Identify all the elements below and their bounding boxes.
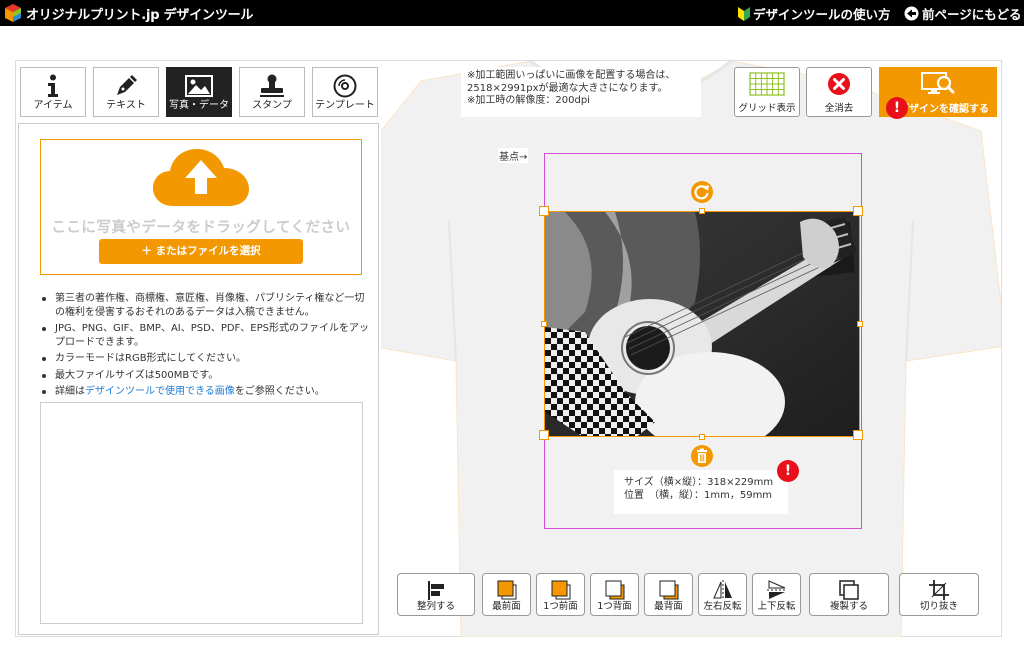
- align-label: 整列する: [416, 601, 455, 612]
- trash-icon: [697, 448, 707, 463]
- grid-toggle-label: グリッド表示: [738, 103, 796, 114]
- upload-notes: 第三者の著作権、商標権、意匠権、肖像権、パブリシティ権など一切の権利を侵害するお…: [39, 292, 369, 402]
- site-logo[interactable]: オリジナルプリント.jp デザインツール: [4, 3, 253, 23]
- send-backward-button[interactable]: 1つ背面: [590, 573, 639, 616]
- clear-all-button[interactable]: 全消去: [806, 67, 872, 117]
- clear-all-label: 全消去: [824, 103, 854, 114]
- note-item: 第三者の著作権、商標権、意匠権、肖像権、パブリシティ権など一切の権利を侵害するお…: [39, 292, 369, 319]
- resize-handle-left[interactable]: [541, 321, 547, 327]
- info-icon: [48, 74, 58, 97]
- back-arrow-icon: [904, 6, 919, 21]
- duplicate-button[interactable]: 複製する: [809, 573, 889, 616]
- crop-button[interactable]: 切り抜き: [899, 573, 979, 616]
- rotate-button[interactable]: [691, 181, 713, 203]
- confirm-alert-badge: !: [886, 97, 908, 119]
- send-backward-label: 1つ背面: [597, 601, 632, 612]
- bring-forward-label: 1つ前面: [543, 601, 578, 612]
- beginner-mark-icon: [738, 6, 750, 21]
- upload-dropzone[interactable]: ここに写真やデータをドラッグしてください ＋ またはファイルを選択: [40, 139, 362, 275]
- uploaded-images-list: [40, 402, 363, 624]
- note-line: ※加工時の解像度：200dpi: [467, 95, 590, 106]
- cloud-upload-icon: [153, 149, 249, 206]
- note-line: 2518×2991pxが最適な大きさになります。: [467, 82, 668, 94]
- resize-handle-bottom-left[interactable]: [539, 430, 549, 440]
- stamp-icon: [260, 74, 284, 97]
- select-file-button[interactable]: ＋ またはファイルを選択: [99, 239, 303, 264]
- resize-handle-right[interactable]: [857, 321, 863, 327]
- resize-handle-top[interactable]: [699, 208, 705, 214]
- rotate-icon: [694, 185, 709, 200]
- flip-vertical-label: 上下反転: [757, 601, 796, 612]
- tab-template[interactable]: テンプレート: [312, 67, 378, 117]
- tab-item[interactable]: アイテム: [20, 67, 86, 117]
- left-panel: アイテム テキスト 写真・データ スタンプ テンプレート ここに写真やデータをド…: [16, 61, 381, 637]
- resize-handle-top-left[interactable]: [539, 206, 549, 216]
- logo-cube-icon: [5, 4, 21, 22]
- size-position-readout: サイズ（横×縦）：318×229mm 位置 （横，縦）：1mm，59mm: [614, 470, 788, 514]
- note-item: JPG、PNG、GIF、BMP、AI、PSD、PDF、EPS形式のファイルをアッ…: [39, 322, 369, 349]
- note-prefix: 詳細は: [55, 386, 85, 397]
- guide-link[interactable]: デザインツールの使い方: [738, 4, 891, 23]
- tab-label: テキスト: [106, 100, 146, 111]
- flip-horizontal-label: 左右反転: [703, 601, 742, 612]
- bring-front-button[interactable]: 最前面: [482, 573, 531, 616]
- disc-icon: [333, 74, 357, 98]
- guitar-photo-image: [545, 212, 859, 436]
- resize-handle-top-right[interactable]: [853, 206, 863, 216]
- back-link[interactable]: 前ページにもどる: [904, 4, 1022, 23]
- note-item: 詳細はデザインツールで使用できる画像をご参照ください。: [39, 385, 369, 399]
- tab-photo-data[interactable]: 写真・データ: [166, 67, 232, 117]
- design-tool: アイテム テキスト 写真・データ スタンプ テンプレート ここに写真やデータをド…: [15, 60, 1002, 637]
- back-link-label: 前ページにもどる: [922, 7, 1022, 22]
- grid-icon: [749, 72, 785, 96]
- print-area-note: ※加工範囲いっぱいに画像を配置する場合は、 2518×2991pxが最適な大きさ…: [461, 67, 701, 117]
- grid-toggle-button[interactable]: グリッド表示: [734, 67, 800, 117]
- flip-horizontal-button[interactable]: 左右反転: [698, 573, 747, 616]
- tab-label: スタンプ: [252, 100, 292, 111]
- tab-label: 写真・データ: [169, 100, 229, 111]
- site-name: オリジナルプリント.jp デザインツール: [26, 7, 254, 23]
- design-canvas: ※加工範囲いっぱいに画像を配置する場合は、 2518×2991pxが最適な大きさ…: [381, 61, 1001, 637]
- tool-tabs: アイテム テキスト 写真・データ スタンプ テンプレート: [20, 67, 378, 117]
- guide-link-label: デザインツールの使い方: [753, 7, 891, 22]
- top-bar: オリジナルプリント.jp デザインツール デザインツールの使い方 前ページにもど…: [0, 0, 1024, 26]
- tab-label: テンプレート: [315, 100, 375, 111]
- flip-vertical-button[interactable]: 上下反転: [752, 573, 801, 616]
- bring-forward-button[interactable]: 1つ前面: [536, 573, 585, 616]
- bring-front-label: 最前面: [492, 601, 521, 612]
- note-item: 最大ファイルサイズは500MBです。: [39, 369, 369, 383]
- crop-label: 切り抜き: [919, 601, 958, 612]
- dropzone-text: ここに写真やデータをドラッグしてください: [51, 220, 351, 236]
- send-back-button[interactable]: 最背面: [644, 573, 693, 616]
- monitor-search-icon: [921, 72, 955, 94]
- close-icon: [828, 73, 850, 95]
- resize-handle-bottom-right[interactable]: [853, 430, 863, 440]
- image-icon: [185, 75, 213, 97]
- tab-text[interactable]: テキスト: [93, 67, 159, 117]
- align-button[interactable]: 整列する: [397, 573, 475, 616]
- send-back-label: 最背面: [654, 601, 683, 612]
- tab-label: アイテム: [33, 100, 73, 111]
- size-alert-badge: !: [777, 460, 799, 482]
- usable-images-link[interactable]: デザインツールで使用できる画像: [85, 386, 235, 397]
- origin-label: 基点→: [498, 148, 529, 163]
- duplicate-label: 複製する: [829, 601, 868, 612]
- delete-button[interactable]: [691, 445, 713, 467]
- uploaded-photo[interactable]: [544, 211, 860, 437]
- note-item: カラーモードはRGB形式にしてください。: [39, 352, 369, 366]
- note-line: ※加工範囲いっぱいに画像を配置する場合は、: [467, 70, 676, 81]
- upload-panel: ここに写真やデータをドラッグしてください ＋ またはファイルを選択 第三者の著作…: [18, 123, 379, 635]
- note-suffix: をご参照ください。: [234, 386, 325, 397]
- resize-handle-bottom[interactable]: [699, 434, 705, 440]
- tab-stamp[interactable]: スタンプ: [239, 67, 305, 117]
- pen-icon: [117, 75, 137, 95]
